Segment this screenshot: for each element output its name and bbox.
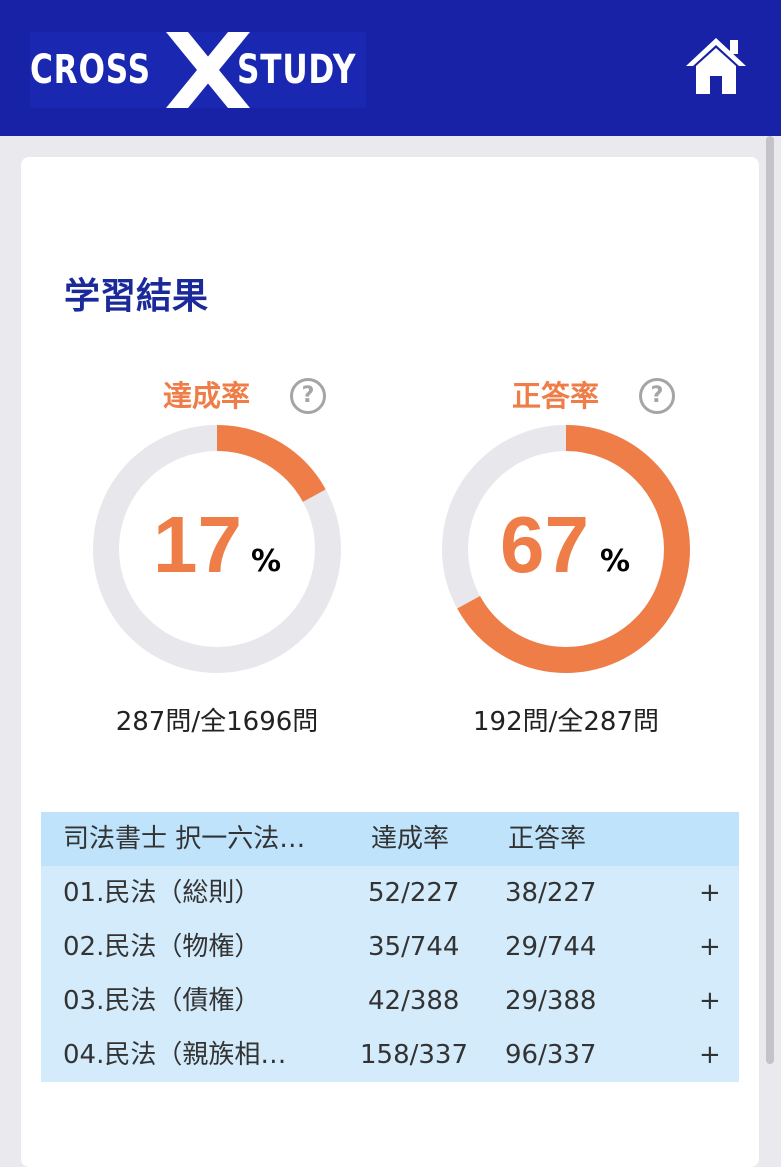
achievement-label: 達成率 (163, 379, 251, 413)
column-header-achievement: 達成率 (371, 824, 450, 854)
expand-button[interactable]: + (699, 875, 721, 911)
home-icon (686, 38, 746, 94)
table-row[interactable]: 02.民法（物権） 35/744 29/744 + (41, 920, 739, 974)
table-body: 01.民法（総則） 52/227 38/227 + 02.民法（物権） 35/7… (41, 866, 739, 1082)
correct-rate-help-icon[interactable]: ? (639, 378, 675, 414)
row-subject: 04.民法（親族相… (63, 1040, 287, 1070)
row-achievement: 52/227 (368, 878, 460, 908)
achievement-percent: 17 (153, 500, 242, 589)
correct-rate-donut: 67 % (442, 425, 690, 673)
scrollbar[interactable] (766, 136, 774, 1064)
correct-rate-percent-unit: % (600, 544, 631, 579)
table-header: 司法書士 択一六法… 達成率 正答率 (41, 812, 739, 866)
row-correct-rate: 38/227 (505, 878, 597, 908)
correct-rate-percent: 67 (500, 500, 589, 589)
row-achievement: 35/744 (368, 932, 460, 962)
app-header: CROSS STUDY (0, 0, 781, 136)
correct-rate-count: 192問/全287問 (472, 707, 659, 737)
column-header-correct-rate: 正答率 (508, 824, 587, 854)
row-correct-rate: 29/744 (505, 932, 597, 962)
expand-button[interactable]: + (699, 929, 721, 965)
table-row[interactable]: 01.民法（総則） 52/227 38/227 + (41, 866, 739, 920)
expand-button[interactable]: + (699, 1037, 721, 1073)
table-row[interactable]: 03.民法（債権） 42/388 29/388 + (41, 974, 739, 1028)
page-title: 学習結果 (64, 276, 209, 317)
results-card: 学習結果 達成率 ? 17 % 287問/全1696問 正答率 ? 67 % 1… (21, 157, 759, 1167)
cross-study-logo[interactable]: CROSS STUDY (30, 32, 366, 108)
row-achievement: 42/388 (368, 986, 460, 1016)
home-button[interactable] (684, 36, 748, 96)
row-subject: 01.民法（総則） (63, 878, 261, 908)
results-table: 司法書士 択一六法… 達成率 正答率 01.民法（総則） 52/227 38/2… (41, 812, 739, 1082)
column-header-subject: 司法書士 択一六法… (63, 824, 306, 854)
achievement-donut: 17 % (93, 425, 341, 673)
logo-text-study: STUDY (237, 47, 357, 93)
row-achievement: 158/337 (360, 1040, 469, 1070)
achievement-percent-unit: % (251, 544, 282, 579)
achievement-count: 287問/全1696問 (115, 707, 319, 737)
row-subject: 03.民法（債権） (63, 986, 261, 1016)
expand-button[interactable]: + (699, 983, 721, 1019)
row-correct-rate: 29/388 (505, 986, 597, 1016)
row-subject: 02.民法（物権） (63, 932, 261, 962)
row-correct-rate: 96/337 (505, 1040, 597, 1070)
table-row[interactable]: 04.民法（親族相… 158/337 96/337 + (41, 1028, 739, 1082)
correct-rate-label: 正答率 (512, 379, 600, 413)
logo-text-cross: CROSS (30, 47, 151, 93)
achievement-help-icon[interactable]: ? (290, 378, 326, 414)
